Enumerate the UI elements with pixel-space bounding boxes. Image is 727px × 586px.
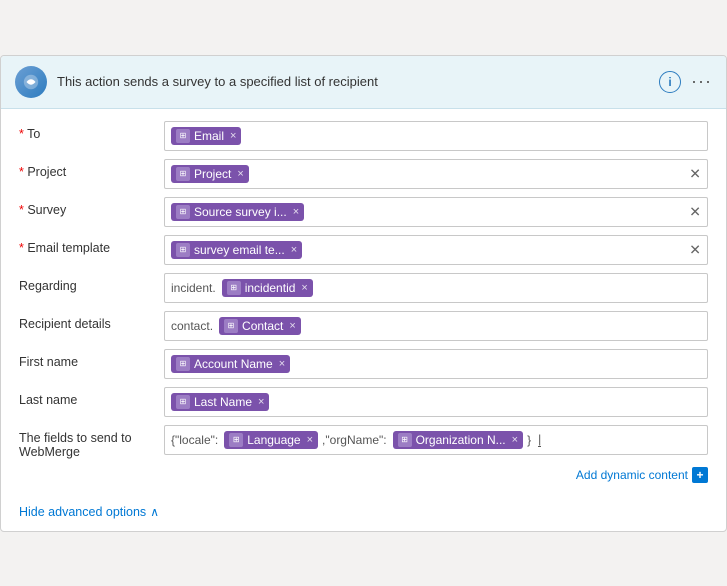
input-webmerge[interactable]: {"locale": ⊞ Language × ,"orgName": ⊞ Or…	[164, 425, 708, 455]
card-header: This action sends a survey to a specifie…	[1, 56, 726, 109]
hide-advanced-options-link[interactable]: Hide advanced options ∧	[19, 505, 708, 519]
token-email: ⊞ Email ×	[171, 127, 241, 145]
db-icon: ⊞	[176, 205, 190, 219]
clear-survey[interactable]: ✕	[689, 203, 701, 220]
db-icon: ⊞	[398, 433, 412, 447]
more-options-icon[interactable]: ···	[691, 71, 712, 92]
label-recipient-details: Recipient details	[19, 311, 164, 331]
hide-advanced-label: Hide advanced options	[19, 505, 146, 519]
field-survey: * Survey ⊞ Source survey i... × ✕	[19, 197, 708, 227]
header-description: This action sends a survey to a specifie…	[57, 74, 649, 89]
add-dynamic-label: Add dynamic content	[576, 468, 688, 482]
input-recipient-details[interactable]: contact. ⊞ Contact ×	[164, 311, 708, 341]
chevron-up-icon: ∧	[150, 505, 159, 519]
token-email-template: ⊞ survey email te... ×	[171, 241, 302, 259]
input-first-name[interactable]: ⊞ Account Name ×	[164, 349, 708, 379]
db-icon: ⊞	[176, 129, 190, 143]
token-project: ⊞ Project ×	[171, 165, 249, 183]
input-email-template[interactable]: ⊞ survey email te... × ✕	[164, 235, 708, 265]
app-logo	[15, 66, 47, 98]
add-dynamic-btn[interactable]: +	[692, 467, 708, 483]
input-survey[interactable]: ⊞ Source survey i... × ✕	[164, 197, 708, 227]
info-icon[interactable]: i	[659, 71, 681, 93]
label-to: * To	[19, 121, 164, 141]
card-footer: Hide advanced options ∧	[1, 497, 726, 531]
db-icon: ⊞	[176, 243, 190, 257]
clear-email-template[interactable]: ✕	[689, 241, 701, 258]
remove-incidentid-token[interactable]: ×	[301, 282, 307, 294]
remove-language-token[interactable]: ×	[307, 434, 313, 446]
header-icons: i ···	[659, 71, 712, 93]
remove-contact-token[interactable]: ×	[289, 320, 295, 332]
field-regarding: Regarding incident. ⊞ incidentid ×	[19, 273, 708, 303]
clear-project[interactable]: ✕	[689, 165, 701, 182]
token-survey: ⊞ Source survey i... ×	[171, 203, 304, 221]
remove-account-name-token[interactable]: ×	[279, 358, 285, 370]
token-org-name: ⊞ Organization N... ×	[393, 431, 523, 449]
token-incidentid: ⊞ incidentid ×	[222, 279, 313, 297]
label-survey: * Survey	[19, 197, 164, 217]
label-email-template: * Email template	[19, 235, 164, 255]
remove-survey-token[interactable]: ×	[293, 206, 299, 218]
cursor-indicator: |	[538, 432, 541, 447]
db-icon: ⊞	[176, 167, 190, 181]
label-first-name: First name	[19, 349, 164, 369]
prefix-incident: incident.	[171, 281, 216, 295]
token-contact: ⊞ Contact ×	[219, 317, 301, 335]
field-first-name: First name ⊞ Account Name ×	[19, 349, 708, 379]
field-webmerge: The fields to send to WebMerge {"locale"…	[19, 425, 708, 459]
token-language: ⊞ Language ×	[224, 431, 318, 449]
add-dynamic-row: Add dynamic content +	[19, 467, 708, 483]
token-last-name: ⊞ Last Name ×	[171, 393, 269, 411]
remove-org-name-token[interactable]: ×	[512, 434, 518, 446]
token-account-name: ⊞ Account Name ×	[171, 355, 290, 373]
field-project: * Project ⊞ Project × ✕	[19, 159, 708, 189]
field-email-template: * Email template ⊞ survey email te... × …	[19, 235, 708, 265]
input-project[interactable]: ⊞ Project × ✕	[164, 159, 708, 189]
input-to[interactable]: ⊞ Email ×	[164, 121, 708, 151]
db-icon: ⊞	[176, 395, 190, 409]
action-card: This action sends a survey to a specifie…	[0, 55, 727, 532]
field-recipient-details: Recipient details contact. ⊞ Contact ×	[19, 311, 708, 341]
suffix-brace: }	[527, 433, 531, 447]
remove-project-token[interactable]: ×	[237, 168, 243, 180]
label-webmerge: The fields to send to WebMerge	[19, 425, 164, 459]
remove-email-template-token[interactable]: ×	[291, 244, 297, 256]
db-icon: ⊞	[176, 357, 190, 371]
prefix-orgname: ,"orgName":	[322, 433, 387, 447]
field-last-name: Last name ⊞ Last Name ×	[19, 387, 708, 417]
remove-email-token[interactable]: ×	[230, 130, 236, 142]
db-icon: ⊞	[229, 433, 243, 447]
input-last-name[interactable]: ⊞ Last Name ×	[164, 387, 708, 417]
label-project: * Project	[19, 159, 164, 179]
prefix-locale: {"locale":	[171, 433, 218, 447]
remove-last-name-token[interactable]: ×	[258, 396, 264, 408]
db-icon: ⊞	[227, 281, 241, 295]
db-icon: ⊞	[224, 319, 238, 333]
input-regarding[interactable]: incident. ⊞ incidentid ×	[164, 273, 708, 303]
field-to: * To ⊞ Email ×	[19, 121, 708, 151]
label-last-name: Last name	[19, 387, 164, 407]
label-regarding: Regarding	[19, 273, 164, 293]
prefix-contact: contact.	[171, 319, 213, 333]
add-dynamic-content-link[interactable]: Add dynamic content +	[576, 467, 708, 483]
form-body: * To ⊞ Email × * Project ⊞ Project × ✕	[1, 109, 726, 497]
